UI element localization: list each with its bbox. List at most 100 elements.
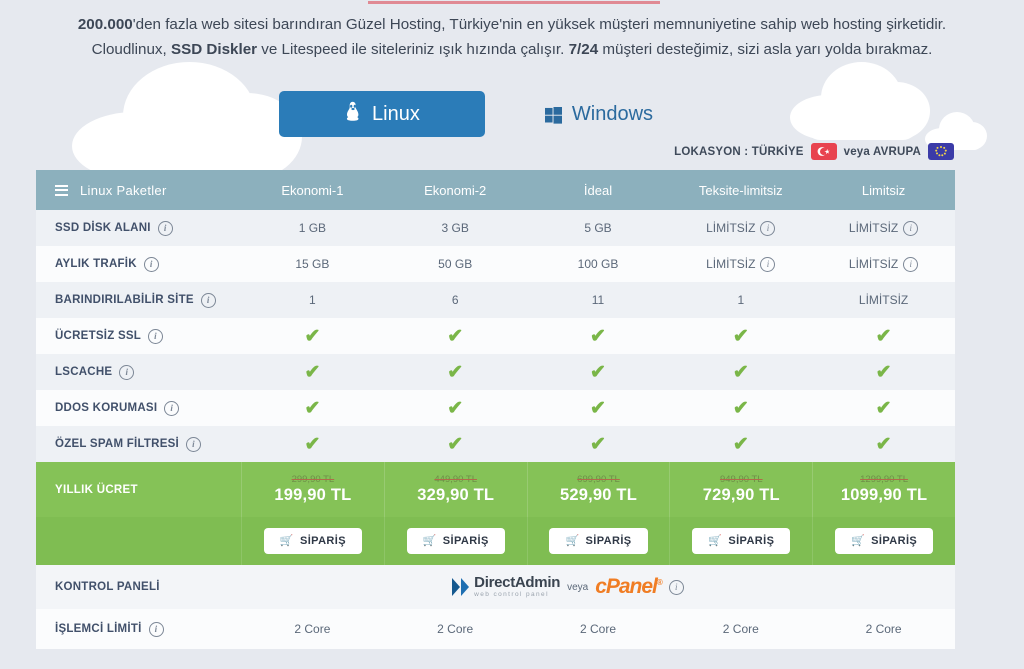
column-header-ekonomi-2[interactable]: Ekonomi-2 <box>384 183 527 198</box>
feature-rows-container: SSD DİSK ALANI i 1 GB 3 GB 5 GB LİMİTSİZ i LİMİ… <box>36 210 955 462</box>
cart-icon: 🛒 <box>422 534 437 547</box>
feature-value-text: LİMİTSİZ <box>706 257 756 271</box>
directadmin-tagline: web control panel <box>474 591 549 599</box>
check-icon: ✔ <box>304 397 321 419</box>
old-price: 449,90 TL <box>434 474 477 485</box>
directadmin-name: DirectAdmin <box>474 574 561 592</box>
check-icon: ✔ <box>732 325 749 347</box>
column-header-ekonomi-1[interactable]: Ekonomi-1 <box>241 183 384 198</box>
control-panel-veya-label: veya <box>567 581 589 593</box>
info-icon[interactable]: i <box>903 220 919 236</box>
tab-linux-label: Linux <box>372 102 420 125</box>
feature-value-text: 6 <box>451 293 459 307</box>
order-button-ekonomi-2[interactable]: 🛒 SİPARİŞ <box>406 528 505 554</box>
feature-label-cell-ucretsi-z-ssl: ÜCRETSİZ SSL i <box>36 328 241 344</box>
feature-value-limitsiz: LİMİTSİZ i <box>812 220 955 236</box>
feature-value-limitsiz: LİMİTSİZ <box>812 293 955 307</box>
new-price: 199,90 TL <box>274 486 352 504</box>
hamburger-menu-icon[interactable] <box>55 184 68 196</box>
tab-linux[interactable]: Linux <box>278 91 485 137</box>
check-icon-ekonomi-2: ✔ <box>384 435 527 454</box>
table-row: LSCACHE i ✔ ✔ ✔ ✔ ✔ <box>36 354 955 390</box>
feature-label: BARINDIRILABİLİR SİTE <box>55 294 194 306</box>
top-accent-rule <box>368 1 660 4</box>
cpanel-registered-mark: ® <box>656 578 663 587</box>
pricing-comparison-table: Linux Paketler Ekonomi-1 Ekonomi-2 İdeal… <box>36 170 955 649</box>
order-button-ekonomi-1[interactable]: 🛒 SİPARİŞ <box>263 528 362 554</box>
feature-label: ÖZEL SPAM FİLTRESİ <box>55 438 179 450</box>
feature-value-text: 50 GB <box>438 257 473 271</box>
check-icon: ✔ <box>304 361 321 383</box>
feature-label-cell-aylik-trafi-k: AYLIK TRAFİK i <box>36 256 241 272</box>
info-icon[interactable]: i <box>148 328 164 344</box>
info-icon[interactable]: i <box>903 256 919 272</box>
feature-value-ekonomi-1: 15 GB <box>241 257 384 271</box>
order-button-row: 🛒 SİPARİŞ 🛒 SİPARİŞ 🛒 SİPARİŞ 🛒 SİPARİŞ <box>36 517 955 565</box>
order-cell-teksite-limitsiz: 🛒 SİPARİŞ <box>669 517 812 565</box>
feature-value-text: 1 GB <box>298 221 327 235</box>
info-icon[interactable]: i <box>200 292 216 308</box>
check-icon-ideal: ✔ <box>527 327 670 346</box>
flag-europe-icon[interactable] <box>928 143 954 160</box>
order-cell-ekonomi-1: 🛒 SİPARİŞ <box>241 517 384 565</box>
cart-icon: 🛒 <box>708 534 723 547</box>
table-row: ÖZEL SPAM FİLTRESİ i ✔ ✔ ✔ ✔ ✔ <box>36 426 955 462</box>
feature-value-ideal: 5 GB <box>527 221 670 235</box>
price-cell-ekonomi-1: 299,90 TL 199,90 TL <box>241 462 384 517</box>
feature-value-ekonomi-2: 3 GB <box>384 221 527 235</box>
info-icon[interactable]: i <box>148 621 164 637</box>
info-icon[interactable]: i <box>668 579 684 595</box>
tab-windows[interactable]: Windows <box>544 103 653 126</box>
intro-line-1: 200.000'den fazla web sitesi barındıran … <box>0 12 1024 37</box>
check-icon-ekonomi-2: ✔ <box>384 327 527 346</box>
check-icon: ✔ <box>875 361 892 383</box>
check-icon: ✔ <box>304 325 321 347</box>
info-icon[interactable]: i <box>760 256 776 272</box>
check-icon: ✔ <box>875 325 892 347</box>
check-icon-limitsiz: ✔ <box>812 399 955 418</box>
feature-label-cell-lscache: LSCACHE i <box>36 364 241 380</box>
order-button-ideal[interactable]: 🛒 SİPARİŞ <box>549 528 648 554</box>
info-icon[interactable]: i <box>164 400 180 416</box>
cpu-value-ekonomi-2: 2 Core <box>437 622 474 636</box>
table-header-row: Linux Paketler Ekonomi-1 Ekonomi-2 İdeal… <box>36 170 955 210</box>
check-icon: ✔ <box>732 433 749 455</box>
price-cell-ideal: 699,90 TL 529,90 TL <box>526 462 670 517</box>
check-icon: ✔ <box>590 433 606 455</box>
check-icon-ekonomi-2: ✔ <box>384 363 527 382</box>
feature-value-text: LİMİTSİZ <box>848 221 899 235</box>
cpu-limit-label-cell: İŞLEMCİ LİMİTİ i <box>36 621 241 637</box>
info-icon[interactable]: i <box>119 364 135 380</box>
order-button-teksite-limitsiz[interactable]: 🛒 SİPARİŞ <box>692 528 791 554</box>
check-icon: ✔ <box>447 433 464 455</box>
feature-value-teksite-limitsiz: 1 <box>669 293 812 307</box>
old-price: 699,90 TL <box>577 474 620 485</box>
feature-value-text: LİMİTSİZ <box>848 257 899 271</box>
feature-label: AYLIK TRAFİK <box>55 258 137 270</box>
intro-line-2: Cloudlinux, SSD Diskler ve Litespeed ile… <box>0 37 1024 62</box>
table-row: AYLIK TRAFİK i 15 GB 50 GB 100 GB LİMİTSİZ i Lİ… <box>36 246 955 282</box>
order-button-label: SİPARİŞ <box>442 535 489 547</box>
info-icon[interactable]: i <box>143 256 159 272</box>
column-header-ideal[interactable]: İdeal <box>527 183 670 198</box>
check-icon: ✔ <box>732 361 749 383</box>
feature-value-text: 1 <box>309 293 316 307</box>
check-icon: ✔ <box>447 325 464 347</box>
order-button-limitsiz[interactable]: 🛒 SİPARİŞ <box>835 528 934 554</box>
info-icon[interactable]: i <box>185 436 201 452</box>
table-header-label-cell[interactable]: Linux Paketler <box>36 183 241 198</box>
table-row: SSD DİSK ALANI i 1 GB 3 GB 5 GB LİMİTSİZ i LİMİ… <box>36 210 955 246</box>
check-icon: ✔ <box>732 397 749 419</box>
feature-value-ideal: 100 GB <box>527 257 670 271</box>
feature-value-text: 5 GB <box>584 221 612 235</box>
control-panel-label: KONTROL PANELİ <box>55 581 160 593</box>
flag-turkey-icon[interactable] <box>810 143 837 160</box>
order-button-label: SİPARİŞ <box>871 535 918 547</box>
location-between-label: veya AVRUPA <box>843 145 921 158</box>
cpu-value-limitsiz: 2 Core <box>865 622 902 636</box>
cpu-limit-row: İŞLEMCİ LİMİTİ i 2 Core 2 Core 2 Core 2 … <box>36 609 955 649</box>
info-icon[interactable]: i <box>760 220 776 236</box>
info-icon[interactable]: i <box>157 220 173 236</box>
column-header-teksite-limitsiz[interactable]: Teksite-limitsiz <box>669 183 812 198</box>
column-header-limitsiz[interactable]: Limitsiz <box>812 183 955 198</box>
